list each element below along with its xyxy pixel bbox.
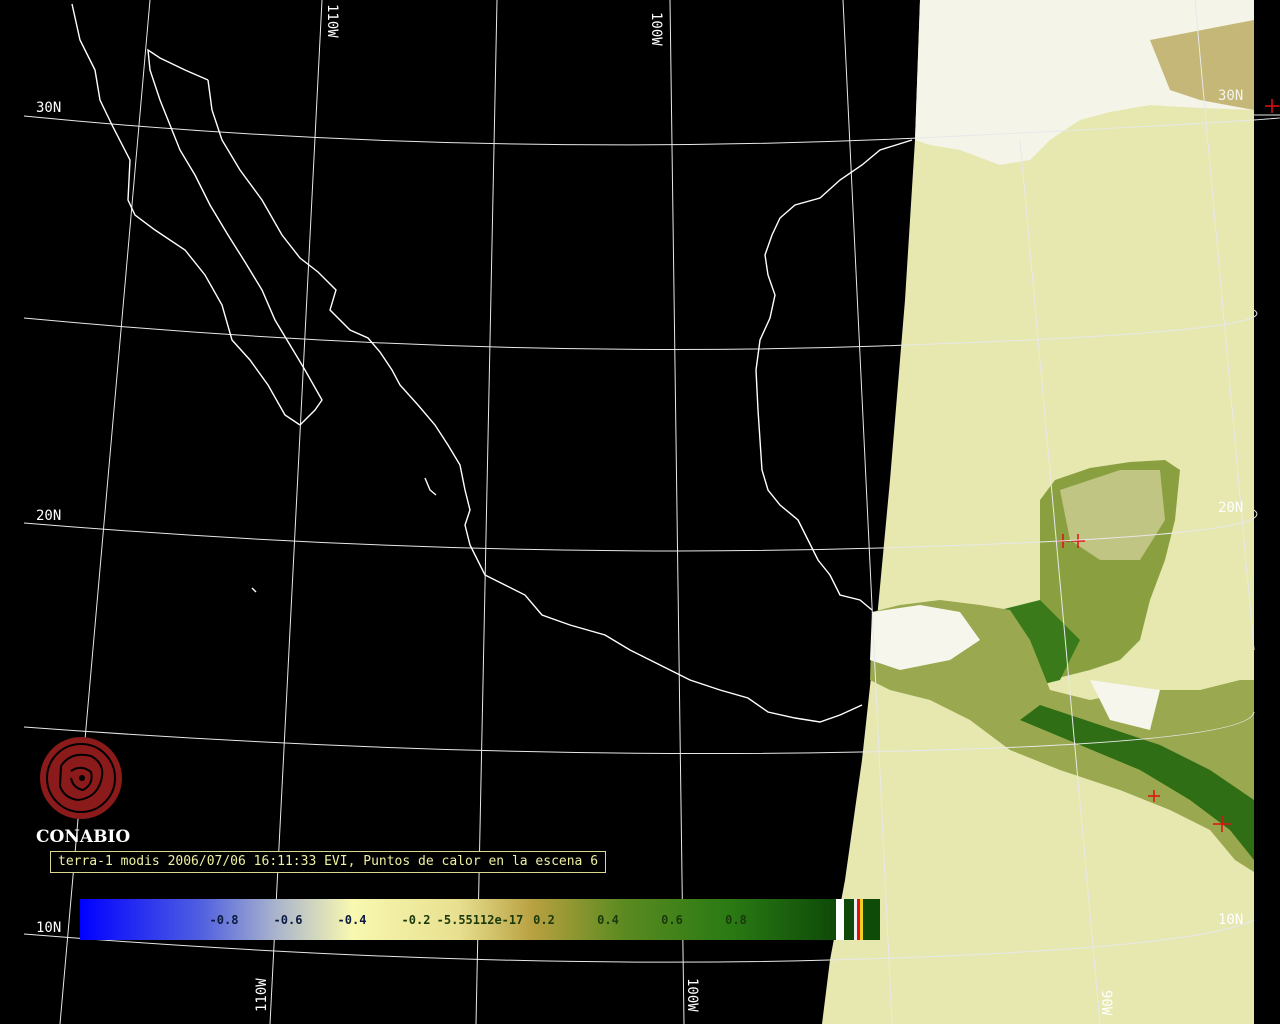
conabio-emblem-icon [40,737,122,819]
colorbar-tick-label: 0.6 [661,913,683,927]
colorbar-tick-label: 0.2 [533,913,555,927]
scene-caption: terra-1 modis 2006/07/06 16:11:33 EVI, P… [50,851,607,873]
colorbar-tick-label: -0.2 [402,913,431,927]
conabio-wordmark: CONABIO [36,827,131,847]
colorbar-tail-swatch [863,899,880,940]
label-20n-left: 20N [36,508,61,524]
colorbar-hotspot-swatch [857,899,860,940]
label-110w-top: 110W [324,4,340,38]
label-20n-right: 20N [1218,500,1243,516]
colorbar-cloud-swatch [836,899,844,940]
colorbar-tick-label: 0.8 [725,913,747,927]
colorbar-ticks: -0.8 -0.6 -0.4 -0.2 -5.55112e-17 0.2 0.4 0.6 0.8 [210,913,747,927]
colorbar-land-swatch [844,899,854,940]
colorbar-tick-label: -0.6 [274,913,303,927]
label-30n-left: 30N [36,100,61,116]
colorbar-yellow-swatch [860,899,863,940]
colorbar-white-swatch [854,899,857,940]
colorbar-tick-label: -0.8 [210,913,239,927]
label-10n-left: 10N [36,920,61,936]
label-90w-bottom: 90W [1098,990,1114,1016]
label-110w-bottom: 110W [254,978,270,1012]
label-30n-right: 30N [1218,88,1243,104]
label-100w-top: 100W [648,12,664,46]
label-10n-right: 10N [1218,912,1243,928]
colorbar-tick-label: -0.4 [338,913,367,927]
colorbar-tick-label: 0.4 [597,913,619,927]
label-100w-bottom: 100W [684,978,700,1012]
evi-colorbar: -0.8 -0.6 -0.4 -0.2 -5.55112e-17 0.2 0.4 0.6 0.8 [80,899,880,940]
conabio-logo: CONABIO [36,736,130,847]
colorbar-tick-label: -5.55112e-17 [437,913,524,927]
